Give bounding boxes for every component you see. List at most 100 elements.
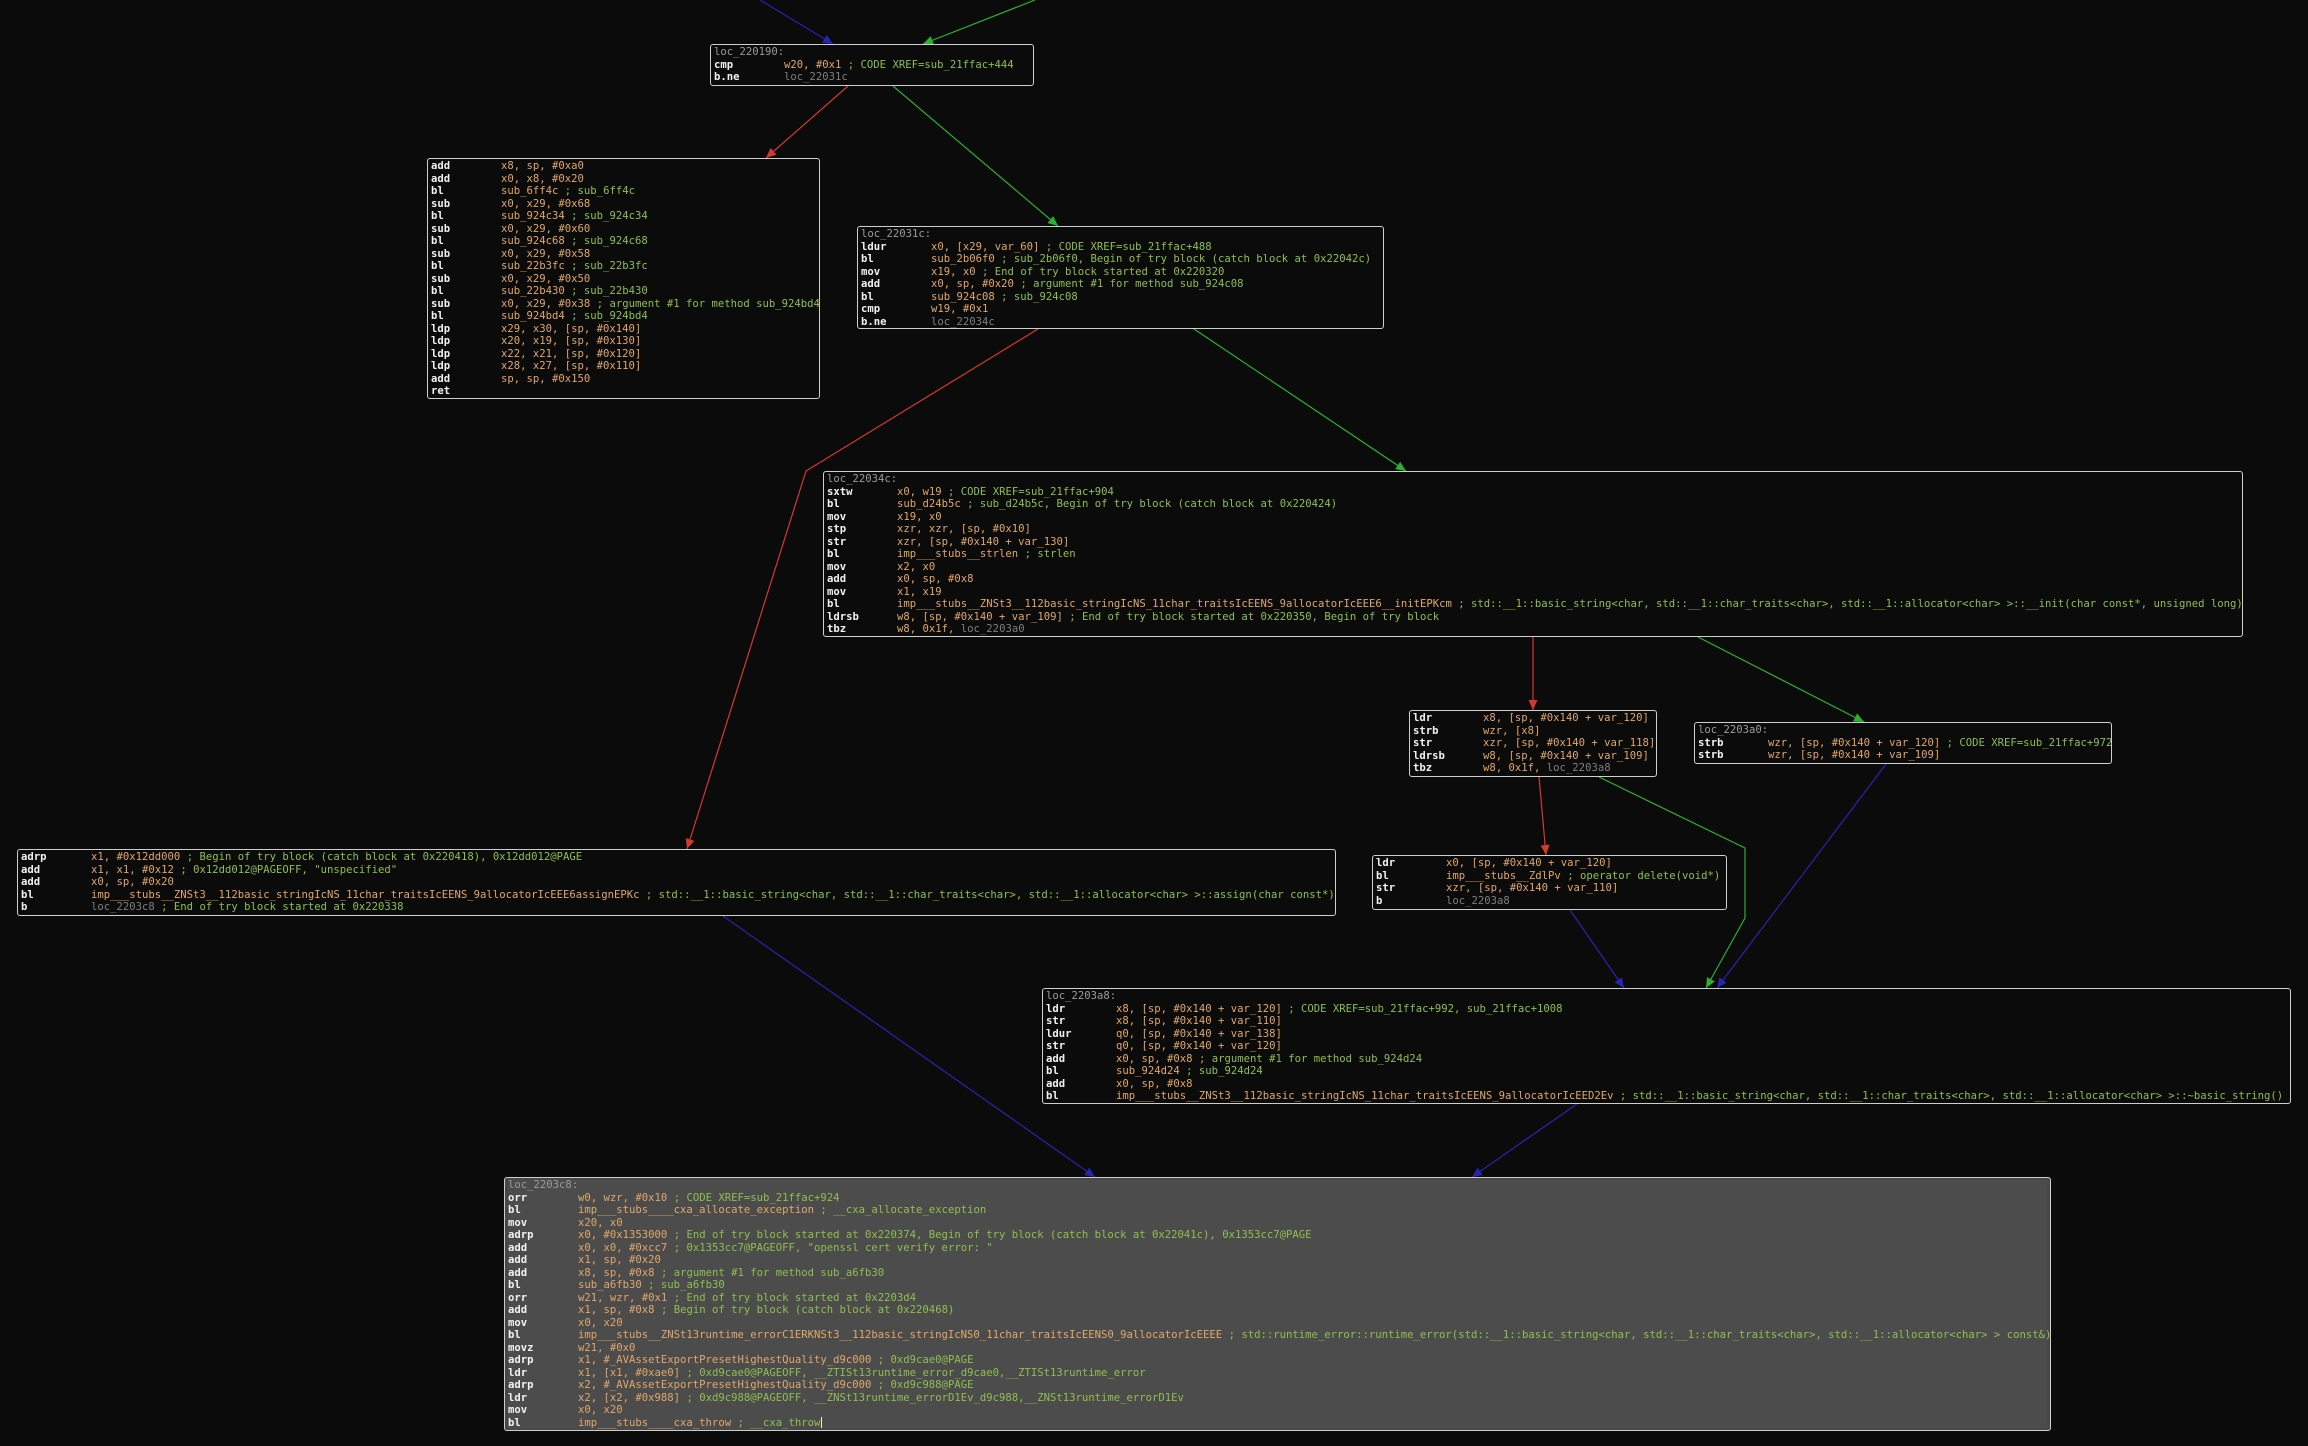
basic-block-2203a8[interactable]: loc_2203a8: ldr x8, [sp, #0x140 + var_120]… (1042, 988, 2291, 1104)
instruction-line[interactable]: mov x19, x0 ; End of try block started at… (861, 266, 1380, 279)
basic-block-adrp[interactable]: adrp x1, #0x12dd000 ; Begin of try block … (17, 849, 1336, 916)
instruction-line[interactable]: bl sub_2b06f0 ; sub_2b06f0, Begin of try … (861, 253, 1380, 266)
instruction-line[interactable]: strb wzr, [sp, #0x140 + var_109] (1698, 749, 2108, 762)
instruction-line[interactable]: bl sub_924bd4 ; sub_924bd4 (431, 310, 816, 323)
instruction-line[interactable]: orr w0, wzr, #0x10 ; CODE XREF=sub_21ffac… (508, 1191, 2047, 1204)
instruction-line[interactable]: bl sub_22b430 ; sub_22b430 (431, 285, 816, 298)
instruction-line[interactable]: add x1, sp, #0x20 (508, 1254, 2047, 1267)
instruction-line[interactable]: mov x0, x20 (508, 1404, 2047, 1417)
instruction-line[interactable]: cmp w20, #0x1 ; CODE XREF=sub_21ffac+444 (714, 59, 1030, 72)
instruction-line[interactable]: ldr x8, [sp, #0x140 + var_120] (1413, 712, 1653, 725)
basic-block-2203a0[interactable]: loc_2203a0: strb wzr, [sp, #0x140 + var_12… (1694, 722, 2112, 764)
instruction-line[interactable]: bl sub_924c34 ; sub_924c34 (431, 210, 816, 223)
instruction-line[interactable]: bl imp___stubs__ZdlPv ; operator delete(v… (1376, 870, 1723, 883)
instruction-line[interactable]: ldr x1, [x1, #0xae0] ; 0xd9cae0@PAGEOFF, … (508, 1366, 2047, 1379)
instruction-line[interactable]: ldr x8, [sp, #0x140 + var_120] ; CODE XRE… (1046, 1003, 2287, 1016)
basic-block-220190[interactable]: loc_220190: cmp w20, #0x1 ; CODE XREF=sub_… (710, 44, 1034, 86)
instruction-line[interactable]: add x8, sp, #0x8 ; argument #1 for method… (508, 1266, 2047, 1279)
instruction-line[interactable]: str x8, [sp, #0x140 + var_110] (1046, 1015, 2287, 1028)
instruction-line[interactable]: b.ne loc_22034c (861, 316, 1380, 329)
instruction-line[interactable]: add x0, sp, #0x8 (827, 573, 2239, 586)
instruction-line[interactable]: adrp x0, #0x1353000 ; End of try block st… (508, 1229, 2047, 1242)
instruction-line[interactable]: add x0, sp, #0x8 ; argument #1 for method… (1046, 1053, 2287, 1066)
instruction-line[interactable]: ldur q0, [sp, #0x140 + var_138] (1046, 1028, 2287, 1041)
instruction-line[interactable]: add x0, sp, #0x20 ; argument #1 for metho… (861, 278, 1380, 291)
instruction-line[interactable]: add x0, x8, #0x20 (431, 173, 816, 186)
instruction-line[interactable]: mov x20, x0 (508, 1216, 2047, 1229)
instruction-line[interactable]: str xzr, [sp, #0x140 + var_110] (1376, 882, 1723, 895)
instruction-line[interactable]: mov x1, x19 (827, 586, 2239, 599)
instruction-line[interactable]: tbz w8, 0x1f, loc_2203a8 (1413, 762, 1653, 775)
branch-target-link[interactable]: loc_2203a0 (961, 623, 1025, 635)
instruction-line[interactable]: add sp, sp, #0x150 (431, 373, 816, 386)
instruction-line[interactable]: add x1, x1, #0x12 ; 0x12dd012@PAGEOFF, "u… (21, 864, 1332, 877)
branch-target-link[interactable]: loc_2203a8 (1446, 895, 1510, 907)
instruction-line[interactable]: str xzr, [sp, #0x140 + var_118] (1413, 737, 1655, 750)
instruction-line[interactable]: sub x0, x29, #0x58 (431, 248, 816, 261)
instruction-line[interactable]: adrp x2, #_AVAssetExportPresetHighestQual… (508, 1379, 2047, 1392)
instruction-line[interactable]: str q0, [sp, #0x140 + var_120] (1046, 1040, 2287, 1053)
instruction-line[interactable]: str xzr, [sp, #0x140 + var_130] (827, 536, 2239, 549)
basic-block-22034c[interactable]: loc_22034c: sxtw x0, w19 ; CODE XREF=sub_2… (823, 471, 2243, 637)
instruction-line[interactable]: orr w21, wzr, #0x1 ; End of try block sta… (508, 1291, 2047, 1304)
branch-target-link[interactable]: loc_22031c (784, 71, 848, 83)
instruction-line[interactable]: ldp x28, x27, [sp, #0x110] (431, 360, 816, 373)
instruction-line[interactable]: tbz w8, 0x1f, loc_2203a0 (827, 623, 2239, 636)
instruction-line[interactable]: b loc_2203c8 ; End of try block started a… (21, 901, 1332, 914)
instruction-line[interactable]: bl imp___stubs__ZNSt3__112basic_stringIcN… (827, 598, 2242, 611)
instruction-line[interactable]: sxtw x0, w19 ; CODE XREF=sub_21ffac+904 (827, 486, 2239, 499)
instruction-line[interactable]: bl sub_a6fb30 ; sub_a6fb30 (508, 1279, 2047, 1292)
instruction-line[interactable]: sub x0, x29, #0x68 (431, 198, 816, 211)
instruction-line[interactable]: mov x0, x20 (508, 1316, 2047, 1329)
instruction-line[interactable]: ldp x22, x21, [sp, #0x120] (431, 348, 816, 361)
instruction-line[interactable]: bl imp___stubs__ZNSt3__112basic_stringIcN… (1046, 1090, 2287, 1103)
instruction-line[interactable]: bl sub_22b3fc ; sub_22b3fc (431, 260, 816, 273)
instruction-line[interactable]: sub x0, x29, #0x60 (431, 223, 816, 236)
instruction-line[interactable]: bl sub_924d24 ; sub_924d24 (1046, 1065, 2287, 1078)
instruction-line[interactable]: add x0, x0, #0xcc7 ; 0x1353cc7@PAGEOFF, "… (508, 1241, 2047, 1254)
instruction-line[interactable]: movz w21, #0x0 (508, 1341, 2047, 1354)
instruction-line[interactable]: ldp x20, x19, [sp, #0x130] (431, 335, 816, 348)
instruction-line[interactable]: strb wzr, [sp, #0x140 + var_120] ; CODE X… (1698, 737, 2111, 750)
branch-target-link[interactable]: loc_2203a8 (1547, 762, 1611, 774)
instruction-line[interactable]: bl imp___stubs____cxa_allocate_exception … (508, 1204, 2047, 1217)
instruction-line[interactable]: bl imp___stubs____cxa_throw ; __cxa_throw (508, 1416, 2047, 1429)
instruction-line[interactable]: ldp x29, x30, [sp, #0x140] (431, 323, 816, 336)
instruction-line[interactable]: ldr x0, [sp, #0x140 + var_120] (1376, 857, 1723, 870)
instruction-line[interactable]: mov x2, x0 (827, 561, 2239, 574)
instruction-line[interactable]: strb wzr, [x8] (1413, 725, 1653, 738)
instruction-line[interactable]: b loc_2203a8 (1376, 895, 1723, 908)
instruction-line[interactable]: adrp x1, #_AVAssetExportPresetHighestQual… (508, 1354, 2047, 1367)
instruction-line[interactable]: bl imp___stubs__ZNSt3__112basic_stringIcN… (21, 889, 1335, 902)
basic-block-2203c8[interactable]: loc_2203c8: orr w0, wzr, #0x10 ; CODE XREF… (504, 1177, 2051, 1431)
instruction-line[interactable]: bl sub_924c68 ; sub_924c68 (431, 235, 816, 248)
basic-block-left[interactable]: add x8, sp, #0xa0 add x0, x8, #0x20 bl sub_6f… (427, 158, 820, 399)
instruction-line[interactable]: bl sub_924c08 ; sub_924c08 (861, 291, 1380, 304)
mnemonic: b.ne (861, 315, 887, 328)
branch-target-link[interactable]: loc_22034c (931, 316, 995, 328)
instruction-line[interactable]: ldur x0, [x29, var_60] ; CODE XREF=sub_21… (861, 241, 1380, 254)
basic-block-22031c[interactable]: loc_22031c: ldur x0, [x29, var_60] ; CODE … (857, 226, 1384, 329)
instruction-line[interactable]: bl sub_6ff4c ; sub_6ff4c (431, 185, 816, 198)
instruction-line[interactable]: ldrsb w8, [sp, #0x140 + var_109] ; End of… (827, 611, 2239, 624)
instruction-line[interactable]: bl imp___stubs__ZNSt13runtime_errorC1ERKN… (508, 1329, 2050, 1342)
instruction-line[interactable]: adrp x1, #0x12dd000 ; Begin of try block … (21, 851, 1332, 864)
instruction-line[interactable]: add x0, sp, #0x8 (1046, 1078, 2287, 1091)
basic-block-zdl[interactable]: ldr x0, [sp, #0x140 + var_120] bl imp___stu… (1372, 855, 1727, 910)
instruction-line[interactable]: add x8, sp, #0xa0 (431, 160, 816, 173)
instruction-line[interactable]: mov x19, x0 (827, 511, 2239, 524)
instruction-line[interactable]: sub x0, x29, #0x50 (431, 273, 816, 286)
instruction-line[interactable]: ldr x2, [x2, #0x988] ; 0xd9c988@PAGEOFF, … (508, 1391, 2047, 1404)
instruction-line[interactable]: cmp w19, #0x1 (861, 303, 1380, 316)
instruction-line[interactable]: ret (431, 385, 816, 398)
instruction-line[interactable]: b.ne loc_22031c (714, 71, 1030, 84)
branch-target-link[interactable]: loc_2203c8 (91, 901, 155, 913)
instruction-line[interactable]: stp xzr, xzr, [sp, #0x10] (827, 523, 2239, 536)
instruction-line[interactable]: add x0, sp, #0x20 (21, 876, 1332, 889)
instruction-line[interactable]: add x1, sp, #0x8 ; Begin of try block (ca… (508, 1304, 2047, 1317)
instruction-line[interactable]: bl sub_d24b5c ; sub_d24b5c, Begin of try … (827, 498, 2239, 511)
instruction-line[interactable]: ldrsb w8, [sp, #0x140 + var_109] (1413, 750, 1653, 763)
basic-block-mid[interactable]: ldr x8, [sp, #0x140 + var_120] strb wzr, [x… (1409, 710, 1657, 777)
instruction-line[interactable]: sub x0, x29, #0x38 ; argument #1 for meth… (431, 298, 819, 311)
instruction-line[interactable]: bl imp___stubs__strlen ; strlen (827, 548, 2239, 561)
